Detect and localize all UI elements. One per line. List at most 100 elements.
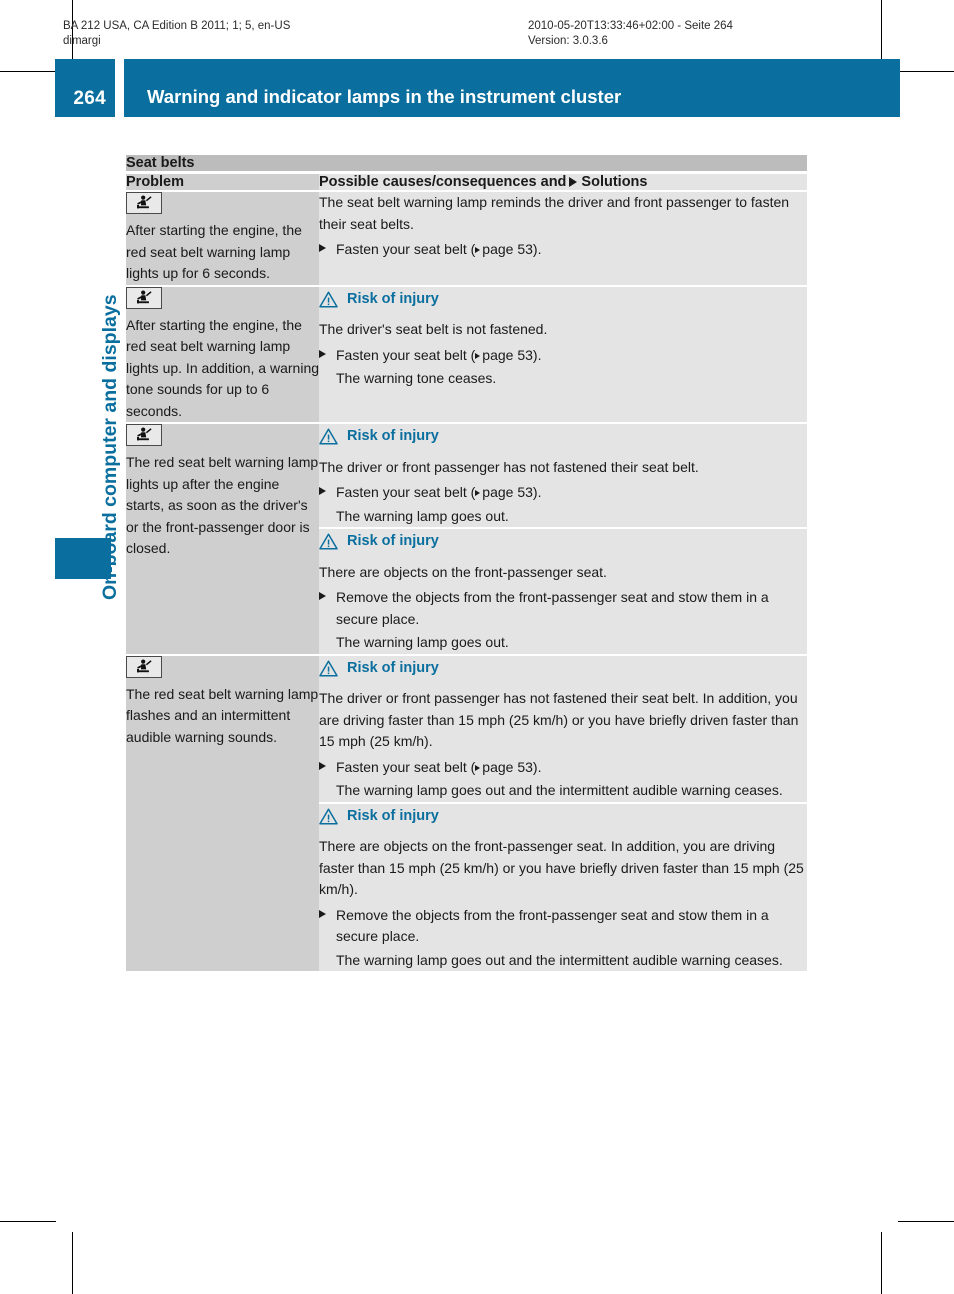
page-number: 264 xyxy=(73,88,106,109)
chapter-label: On-board computer and displays xyxy=(99,294,121,600)
solution-step: Remove the objects from the front-passen… xyxy=(319,587,807,630)
page-reference[interactable]: page 53 xyxy=(482,347,533,363)
problem-cell: After starting the engine, the red seat … xyxy=(126,191,319,287)
page-ref-arrow-icon xyxy=(475,247,481,253)
page-ref-arrow-icon xyxy=(475,490,481,496)
solution-cell: Risk of injury There are objects on the f… xyxy=(319,802,807,971)
cause-text: There are objects on the front-passenger… xyxy=(319,838,804,897)
seat-belt-warning-lamp-icon xyxy=(126,286,162,309)
warning-header: Risk of injury xyxy=(319,289,807,311)
problem-text: The red seat belt warning lamp lights up… xyxy=(126,454,319,556)
table-section-title-row: Seat belts xyxy=(126,155,807,174)
step-result: The warning lamp goes out and the interm… xyxy=(336,782,783,798)
solution-step: Fasten your seat belt ( page 53). xyxy=(319,757,807,779)
cause-text: The driver's seat belt is not fastened. xyxy=(319,321,548,337)
warning-header: Risk of injury xyxy=(319,658,807,680)
crop-mark-bottom-right-v xyxy=(881,1232,882,1294)
seat-belt-glyph xyxy=(137,659,152,672)
page-reference[interactable]: page 53 xyxy=(482,484,533,500)
warning-header: Risk of injury xyxy=(319,426,807,448)
table-row: The red seat belt warning lamp lights up… xyxy=(126,423,807,656)
column-header-solutions-suffix: Solutions xyxy=(581,174,648,190)
warning-triangle-icon xyxy=(319,428,338,445)
step-action: Fasten your seat belt ( xyxy=(336,758,476,775)
cause-text: The driver or front passenger has not fa… xyxy=(319,458,699,475)
problem-text: The red seat belt warning lamp flashes a… xyxy=(126,685,319,745)
problem-text: After starting the engine, the red seat … xyxy=(126,316,320,419)
step-result: The warning lamp goes out. xyxy=(336,634,509,650)
step-bullet-icon xyxy=(319,244,326,252)
warning-lamps-table: Seat belts Problem Possible causes/conse… xyxy=(126,155,807,971)
page-header-band: Warning and indicator lamps in the instr… xyxy=(124,59,900,117)
solution-step: Fasten your seat belt ( page 53). xyxy=(319,482,807,504)
warning-header: Risk of injury xyxy=(319,806,807,828)
step-action-after: ). xyxy=(532,484,542,500)
column-header-solutions-prefix: Possible causes/consequences and xyxy=(319,174,567,190)
step-action: Fasten your seat belt ( xyxy=(336,484,476,500)
cause-text: There are objects on the front-passenger… xyxy=(319,563,607,580)
page-ref-arrow-icon xyxy=(475,764,481,771)
step-action-after: ). xyxy=(532,241,542,257)
crop-mark-bottom-right-h xyxy=(898,1221,954,1222)
page-number-block: 264 xyxy=(55,59,115,117)
table-header-row: Problem Possible causes/consequences and… xyxy=(126,172,807,192)
solution-step: Fasten your seat belt ( page 53). xyxy=(319,239,807,261)
step-action: Fasten your seat belt ( xyxy=(336,346,476,363)
solution-cell: Risk of injury The driver or front passen… xyxy=(319,423,807,529)
warning-triangle-icon xyxy=(319,808,338,825)
solutions-triangle-icon xyxy=(569,177,578,187)
problem-cell: The red seat belt warning lamp lights up… xyxy=(126,423,319,656)
chapter-tab-marker xyxy=(55,538,111,579)
table-row: After starting the engine, the red seat … xyxy=(126,191,807,287)
warning-triangle-icon xyxy=(319,291,338,308)
step-action-after: ). xyxy=(532,758,542,775)
step-action-after: ). xyxy=(532,346,542,363)
table-row: The red seat belt warning lamp flashes a… xyxy=(126,654,807,971)
cause-text: The driver or front passenger has not fa… xyxy=(319,690,799,749)
seat-belt-glyph xyxy=(137,427,152,441)
page-reference[interactable]: page 53 xyxy=(482,241,533,257)
step-action: Remove the objects from the front-passen… xyxy=(336,589,769,627)
table-row: After starting the engine, the red seat … xyxy=(126,285,807,424)
page-title: Warning and indicator lamps in the instr… xyxy=(147,86,622,107)
step-action: Remove the objects from the front-passen… xyxy=(336,906,769,945)
solution-step: Fasten your seat belt ( page 53). xyxy=(319,345,807,367)
step-bullet-icon xyxy=(319,909,326,918)
problem-text: After starting the engine, the red seat … xyxy=(126,222,302,281)
cause-text: The seat belt warning lamp reminds the d… xyxy=(319,194,790,232)
warning-title: Risk of injury xyxy=(347,659,439,676)
column-header-solutions: Possible causes/consequences and Solution… xyxy=(319,172,807,192)
warning-triangle-icon xyxy=(319,533,338,550)
crop-mark-top-right-h xyxy=(898,71,954,72)
page-ref-arrow-icon xyxy=(475,352,481,359)
warning-title: Risk of injury xyxy=(347,533,439,549)
solution-cell: Risk of injury The driver's seat belt is … xyxy=(319,285,807,424)
step-bullet-icon xyxy=(319,761,326,770)
step-action: Fasten your seat belt ( xyxy=(336,241,476,257)
solution-step: Remove the objects from the front-passen… xyxy=(319,905,807,948)
step-result: The warning lamp goes out. xyxy=(336,507,509,524)
warning-triangle-icon xyxy=(319,660,338,677)
crop-mark-bottom-left-v xyxy=(72,1232,73,1294)
seat-belt-glyph xyxy=(137,195,152,209)
section-title: Seat belts xyxy=(126,155,807,174)
step-result: The warning lamp goes out and the interm… xyxy=(336,951,783,968)
seat-belt-warning-lamp-icon xyxy=(126,424,162,446)
warning-title: Risk of injury xyxy=(347,290,439,307)
warning-header: Risk of injury xyxy=(319,531,807,553)
problem-cell: After starting the engine, the red seat … xyxy=(126,285,320,424)
seat-belt-glyph xyxy=(137,290,152,303)
solution-cell: Risk of injury The driver or front passen… xyxy=(319,654,807,804)
step-result: The warning tone ceases. xyxy=(336,370,497,386)
step-bullet-icon xyxy=(319,349,326,358)
warning-title: Risk of injury xyxy=(347,428,439,444)
solution-cell: The seat belt warning lamp reminds the d… xyxy=(319,191,807,287)
column-header-problem: Problem xyxy=(126,172,319,192)
step-bullet-icon xyxy=(319,592,326,600)
page-reference[interactable]: page 53 xyxy=(482,759,533,775)
print-meta-right: 2010-05-20T13:33:46+02:00 - Seite 264 Ve… xyxy=(528,20,733,47)
seat-belt-warning-lamp-icon xyxy=(126,192,162,214)
warning-title: Risk of injury xyxy=(347,807,439,824)
seat-belt-warning-lamp-icon xyxy=(126,655,162,678)
crop-mark-top-left-h xyxy=(0,71,56,72)
